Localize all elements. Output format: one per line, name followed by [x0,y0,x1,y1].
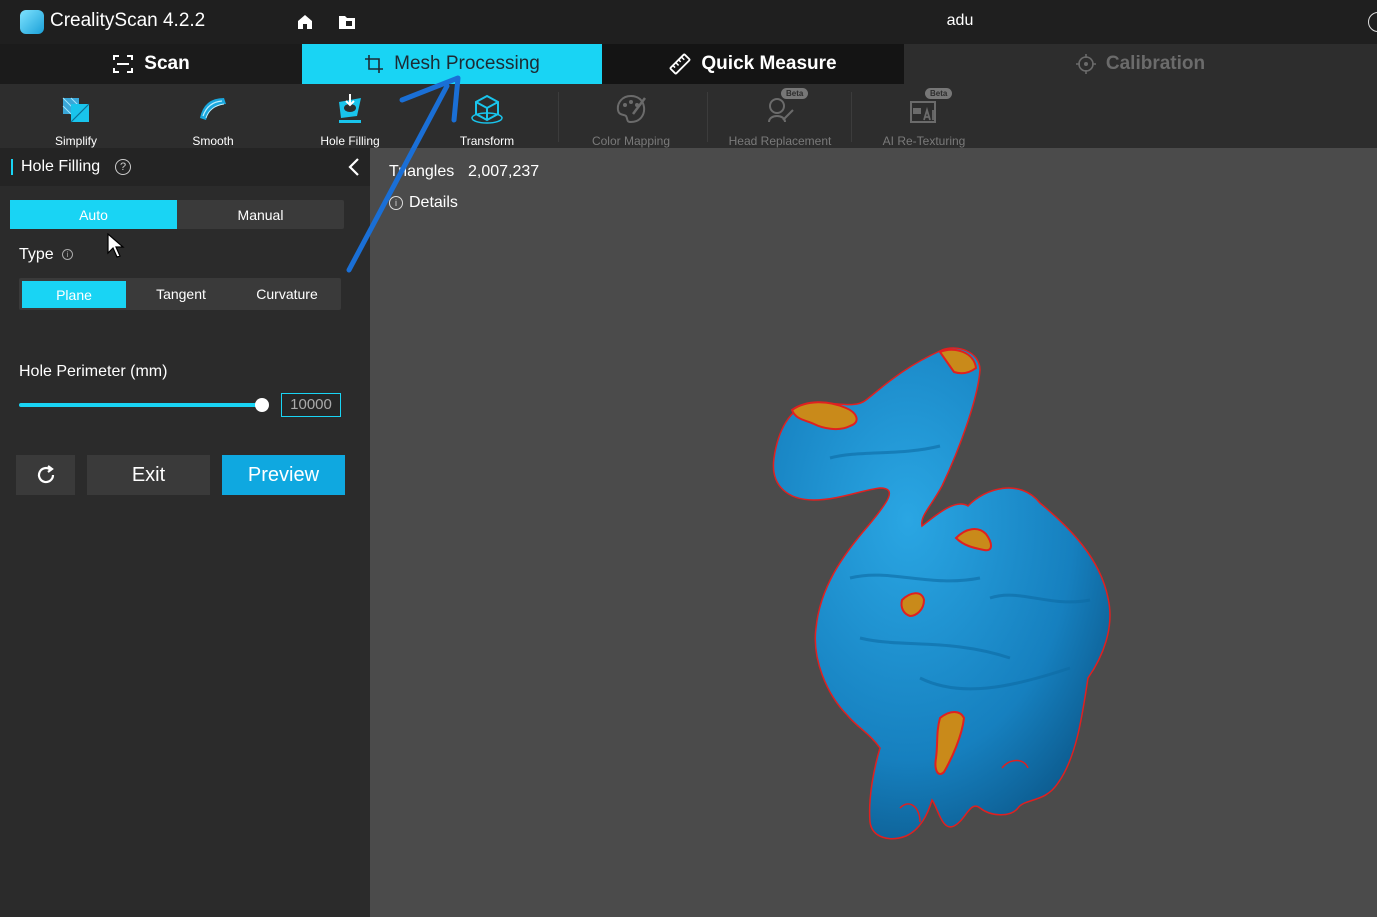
mode-auto-button[interactable]: Auto [10,200,177,229]
info-icon: i [389,196,403,210]
tool-ai-retexturing[interactable]: Beta AI Re-Texturing [864,84,984,148]
preview-button[interactable]: Preview [222,455,345,495]
home-icon[interactable] [295,12,315,32]
panel-title: Hole Filling [21,158,101,175]
details-link[interactable]: Details [409,194,458,212]
main-tab-bar: Scan Mesh Processing Quick Measure Calib… [0,44,1377,84]
tab-calibration[interactable]: Calibration [904,44,1377,84]
hole-filling-icon [339,94,361,123]
beta-badge: Beta [781,88,809,99]
panel-header: Hole Filling ? [0,148,370,186]
type-curvature-button[interactable]: Curvature [234,279,340,309]
tool-smooth-label: Smooth [192,134,234,148]
mouse-cursor-icon [107,233,125,258]
help-icon[interactable] [1368,12,1377,32]
question-icon[interactable]: ? [115,159,131,175]
hole-perimeter-input[interactable]: 10000 [281,393,341,417]
tool-simplify-label: Simplify [54,134,97,148]
tab-scan[interactable]: Scan [0,44,302,84]
beta-badge: Beta [925,88,953,99]
folder-icon[interactable] [337,12,357,32]
project-name: adu [946,12,974,29]
tool-smooth[interactable]: Smooth [153,84,273,148]
crop-icon [365,55,384,73]
tool-transform-label: Transform [459,134,515,148]
hole-perimeter-label: Hole Perimeter (mm) [19,363,168,380]
exit-button[interactable]: Exit [87,455,210,495]
info-icon[interactable]: i [62,249,73,260]
triangles-label: Triangles [389,163,455,180]
type-tangent-button[interactable]: Tangent [128,279,234,309]
transform-icon [471,94,503,124]
toolbar-divider [558,92,559,142]
tool-color-mapping-label: Color Mapping [591,134,671,148]
slider-handle[interactable] [255,398,269,412]
type-label: Type [19,246,54,263]
mesh-tool-bar: Simplify Smooth Hole Filling Transform C… [0,84,1377,148]
scan-icon [113,55,134,73]
tool-ai-retexturing-label: AI Re-Texturing [882,134,966,148]
triangles-count: 2,007,237 [468,163,540,180]
ai-retexturing-icon-wrap: Beta [907,88,953,126]
tool-head-replacement[interactable]: Beta Head Replacement [720,84,840,148]
hole-perimeter-slider[interactable] [19,403,263,407]
color-mapping-icon [616,94,646,124]
app-logo-icon [20,10,44,34]
tool-hole-filling-label: Hole Filling [320,134,380,148]
ruler-icon [670,53,691,75]
type-selector: Plane Tangent Curvature [19,278,341,310]
app-title: CrealityScan 4.2.2 [50,10,206,31]
toolbar-divider [707,92,708,142]
mode-manual-button[interactable]: Manual [177,200,344,229]
tab-calibration-label: Calibration [1105,53,1206,74]
tool-head-replacement-label: Head Replacement [728,134,832,148]
tab-scan-label: Scan [144,53,190,74]
tab-quick-measure[interactable]: Quick Measure [602,44,904,84]
title-bar: CrealityScan 4.2.2 adu [0,0,1377,44]
3d-viewport[interactable]: Triangles 2,007,237 i Details [370,148,1377,917]
tab-mesh-processing-label: Mesh Processing [394,53,540,74]
toolbar-divider [851,92,852,142]
tool-simplify[interactable]: Simplify [16,84,136,148]
head-replacement-icon-wrap: Beta [763,88,809,126]
hole-filling-panel: Hole Filling ? Auto Manual Type i Plane … [0,148,370,917]
tool-transform[interactable]: Transform [427,84,547,148]
simplify-icon [62,97,90,123]
tool-color-mapping[interactable]: Color Mapping [571,84,691,148]
tab-mesh-processing[interactable]: Mesh Processing [302,44,602,84]
mode-toggle: Auto Manual [10,200,344,229]
accent-bar [11,159,13,175]
reset-button[interactable] [16,455,75,495]
type-plane-button[interactable]: Plane [22,281,126,308]
smooth-icon [200,98,226,120]
chevron-left-icon[interactable] [347,157,361,177]
tool-hole-filling[interactable]: Hole Filling [290,84,410,148]
refresh-icon [37,465,54,484]
scanned-mesh-model[interactable] [770,338,1120,848]
tab-quick-measure-label: Quick Measure [701,53,837,74]
crosshair-icon [1075,54,1096,74]
